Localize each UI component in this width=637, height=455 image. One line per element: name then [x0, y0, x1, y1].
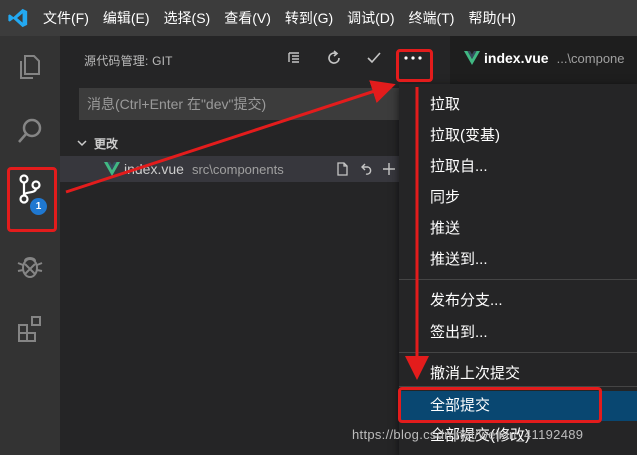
menu-divider	[399, 352, 637, 353]
more-actions-menu: 拉取 拉取(变基) 拉取自... 同步 推送 推送到... 发布分支... 签出…	[399, 84, 637, 455]
menu-item-label: 拉取自...	[430, 158, 488, 175]
menu-item-label: 同步	[430, 189, 461, 206]
file-name: index.vue	[124, 161, 184, 177]
menu-view[interactable]: 查看(V)	[217, 0, 278, 36]
stage-icon[interactable]	[382, 162, 396, 176]
menu-file[interactable]: 文件(F)	[36, 0, 96, 36]
refresh-icon[interactable]	[322, 46, 346, 70]
tab-path: ...\compone	[556, 50, 625, 66]
search-icon[interactable]	[0, 106, 60, 156]
menu-item-pull-rebase[interactable]: 拉取(变基)	[399, 121, 637, 151]
menu-divider	[399, 279, 637, 280]
view-as-list-icon[interactable]	[282, 46, 306, 70]
menu-item-pull-from[interactable]: 拉取自...	[399, 152, 637, 182]
menu-item-label: 签出到...	[430, 324, 488, 341]
menu-item-label: 拉取	[430, 96, 461, 113]
open-file-icon[interactable]	[334, 161, 350, 177]
menu-item-label: 发布分支...	[430, 292, 503, 309]
menu-item-commit-all[interactable]: 全部提交	[399, 391, 637, 421]
vue-file-icon	[104, 162, 120, 176]
tab-label: index.vue	[484, 50, 549, 66]
changes-label: 更改	[94, 136, 119, 151]
changes-section-header[interactable]: 更改	[76, 132, 118, 154]
menu-item-label: 推送到...	[430, 251, 488, 268]
source-control-title: 源代码管理: GIT	[84, 54, 173, 68]
menu-go[interactable]: 转到(G)	[278, 0, 340, 36]
menu-divider	[399, 386, 637, 387]
debug-icon[interactable]	[0, 241, 60, 291]
changes-count-badge: 1	[30, 198, 47, 215]
menu-item-label: 撤消上次提交	[430, 365, 521, 382]
menu-item-checkout-to[interactable]: 签出到...	[399, 318, 637, 348]
watermark-text: https://blog.csdn.net/weixin_41192489	[352, 427, 584, 442]
menu-item-push[interactable]: 推送	[399, 214, 637, 244]
menu-selection[interactable]: 选择(S)	[157, 0, 218, 36]
activity-bar	[0, 36, 60, 455]
commit-message-input[interactable]	[79, 88, 447, 120]
menu-item-undo-last-commit[interactable]: 撤消上次提交	[399, 359, 637, 389]
menu-item-label: 全部提交	[430, 397, 491, 414]
menu-item-sync[interactable]: 同步	[399, 183, 637, 213]
menu-bar: 文件(F) 编辑(E) 选择(S) 查看(V) 转到(G) 调试(D) 终端(T…	[0, 0, 637, 36]
tab-index-vue[interactable]: index.vue ...\compone	[450, 36, 637, 80]
menu-terminal[interactable]: 终端(T)	[402, 0, 462, 36]
discard-icon[interactable]	[358, 161, 374, 177]
source-control-header: 源代码管理: GIT	[60, 36, 450, 80]
editor-tabs: index.vue ...\compone	[450, 36, 637, 80]
commit-check-icon[interactable]	[362, 46, 386, 70]
menu-item-push-to[interactable]: 推送到...	[399, 245, 637, 275]
chevron-down-icon	[77, 140, 87, 147]
source-control-panel: 源代码管理: GIT 更改	[60, 36, 455, 455]
vscode-logo-icon	[0, 0, 36, 36]
menu-debug[interactable]: 调试(D)	[340, 0, 401, 36]
menu-item-label: 推送	[430, 220, 461, 237]
files-icon[interactable]	[0, 42, 60, 92]
file-path: src\components	[191, 161, 284, 177]
more-actions-icon[interactable]	[401, 46, 425, 70]
menu-help[interactable]: 帮助(H)	[461, 0, 522, 36]
menu-item-label: 拉取(变基)	[430, 127, 500, 144]
extensions-icon[interactable]	[0, 304, 60, 354]
changed-file-row[interactable]: index.vue src\components	[60, 156, 450, 182]
menu-item-publish-branch[interactable]: 发布分支...	[399, 286, 637, 316]
menu-edit[interactable]: 编辑(E)	[96, 0, 157, 36]
vue-file-icon	[464, 51, 480, 65]
menu-item-pull[interactable]: 拉取	[399, 90, 637, 120]
